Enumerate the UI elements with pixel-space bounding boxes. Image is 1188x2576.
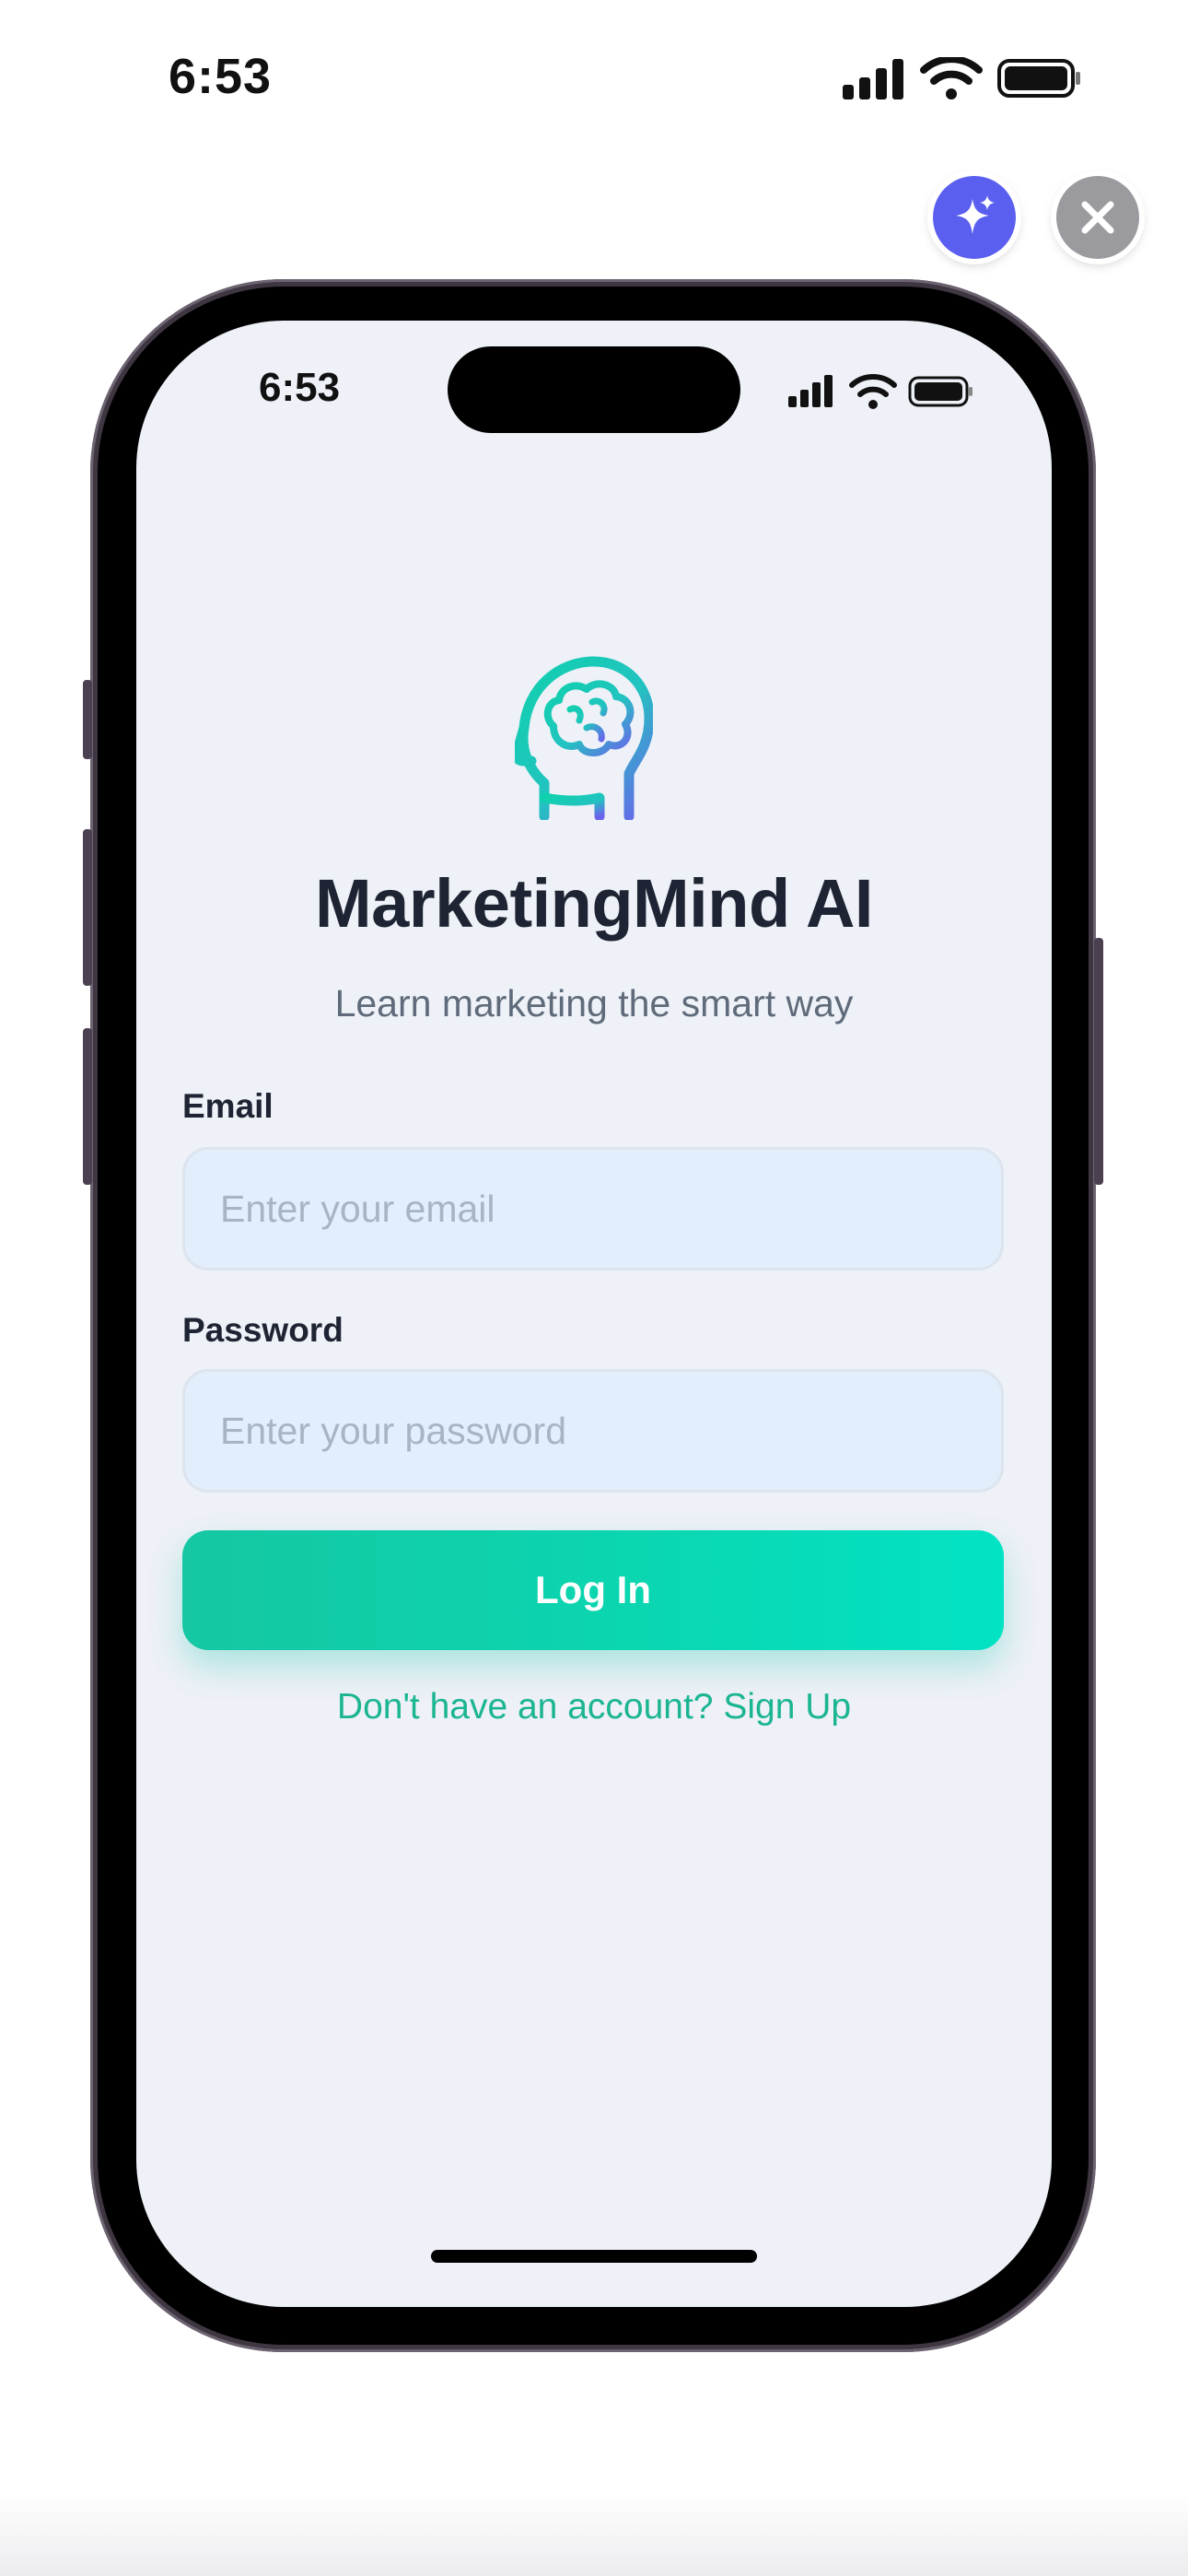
volume-up-button bbox=[83, 829, 92, 986]
power-button bbox=[1094, 938, 1103, 1185]
wifi-icon bbox=[849, 374, 897, 409]
login-button[interactable]: Log In bbox=[182, 1530, 1004, 1650]
status-bar-icons bbox=[843, 55, 1082, 100]
email-field[interactable] bbox=[182, 1147, 1004, 1270]
home-indicator bbox=[431, 2250, 757, 2263]
signup-link[interactable]: Don't have an account? Sign Up bbox=[136, 1687, 1052, 1727]
password-label: Password bbox=[182, 1311, 344, 1349]
mute-switch bbox=[83, 680, 92, 759]
app-status-icons bbox=[788, 372, 1024, 409]
battery-icon bbox=[908, 376, 973, 407]
app-screen: 6:53 MarketingMind AI Learn marketing th… bbox=[136, 321, 1052, 2307]
app-tagline: Learn marketing the smart way bbox=[334, 982, 854, 1025]
wifi-icon bbox=[920, 55, 983, 100]
brain-head-icon bbox=[515, 656, 653, 820]
cellular-signal-icon bbox=[788, 375, 833, 407]
dynamic-island bbox=[448, 346, 740, 433]
ai-assist-button[interactable] bbox=[933, 176, 1016, 259]
volume-down-button bbox=[83, 1028, 92, 1185]
close-icon bbox=[1081, 201, 1114, 234]
sparkles-icon bbox=[956, 195, 995, 234]
email-label: Email bbox=[182, 1087, 274, 1125]
status-bar-time: 6:53 bbox=[169, 49, 273, 104]
app-status-time: 6:53 bbox=[259, 365, 341, 410]
battery-icon bbox=[997, 59, 1080, 98]
bottom-fade bbox=[0, 2493, 1188, 2576]
app-title: MarketingMind AI bbox=[315, 865, 873, 942]
close-button[interactable] bbox=[1056, 176, 1139, 259]
cellular-signal-icon bbox=[843, 59, 903, 100]
password-field[interactable] bbox=[182, 1369, 1004, 1493]
